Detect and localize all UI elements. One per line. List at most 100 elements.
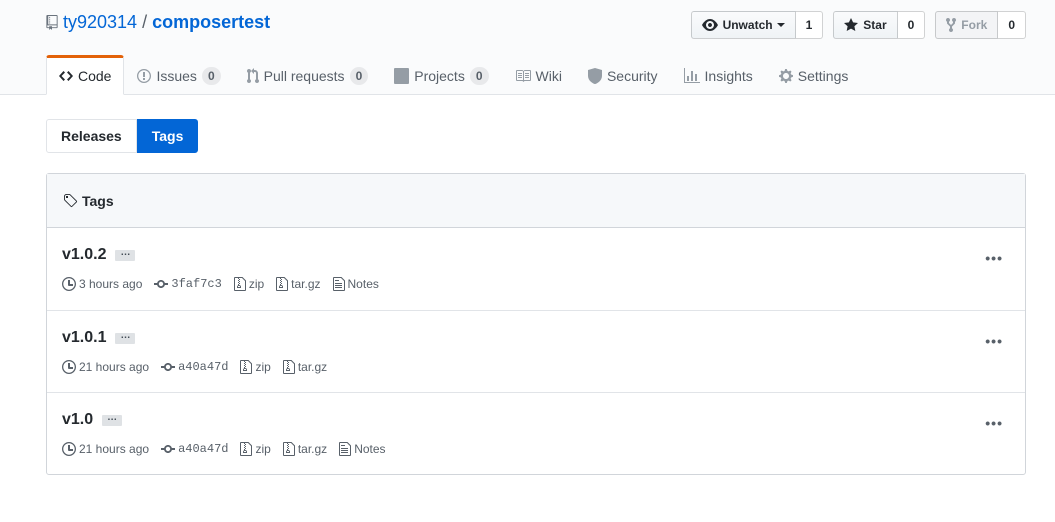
commit-sha[interactable]: 3faf7c3 <box>171 277 221 291</box>
forks-count[interactable]: 0 <box>998 11 1026 39</box>
watchers-count[interactable]: 1 <box>795 11 824 39</box>
more-options-icon[interactable]: ••• <box>985 333 1003 349</box>
commit-sha[interactable]: a40a47d <box>178 360 228 374</box>
releases-tab[interactable]: Releases <box>46 119 137 153</box>
tab-label: Wiki <box>535 68 562 84</box>
tag-time: 21 hours ago <box>62 441 149 457</box>
tar-download[interactable]: tar.gz <box>282 441 327 457</box>
tab-issues[interactable]: Issues 0 <box>124 55 233 95</box>
file-zip-icon <box>282 360 295 374</box>
tag-meta: 21 hours ago a40a47d zip tar.gz <box>62 359 339 375</box>
file-zip-icon <box>240 442 253 456</box>
star-group: Star 0 <box>833 11 926 39</box>
tag-time-text: 3 hours ago <box>79 277 143 291</box>
tag-name-link[interactable]: v1.0.1 <box>62 329 106 347</box>
repo-name-link[interactable]: composertest <box>152 12 270 33</box>
repo-tabs: Code Issues 0 Pull requests 0 Projects 0… <box>46 55 861 95</box>
tag-commit[interactable]: a40a47d <box>161 359 228 375</box>
book-icon <box>515 70 531 82</box>
tag-icon <box>64 193 78 207</box>
tag-name-link[interactable]: v1.0 <box>62 411 93 429</box>
project-icon <box>394 68 410 84</box>
tag-time-text: 21 hours ago <box>79 360 150 374</box>
zip-download[interactable]: zip <box>240 441 271 457</box>
file-icon <box>332 277 345 291</box>
tab-projects[interactable]: Projects 0 <box>381 55 501 95</box>
tag-meta: 21 hours ago a40a47d zip tar.gz Notes <box>62 441 398 457</box>
expand-toggle[interactable]: … <box>115 330 136 344</box>
notes-label[interactable]: Notes <box>348 277 379 291</box>
tar-download[interactable]: tar.gz <box>276 276 321 292</box>
tab-wiki[interactable]: Wiki <box>502 55 575 95</box>
tags-box-header: Tags <box>47 174 1025 228</box>
commit-icon <box>161 445 176 453</box>
tab-insights[interactable]: Insights <box>671 55 766 95</box>
more-options-icon[interactable]: ••• <box>985 250 1003 266</box>
file-zip-icon <box>233 277 246 291</box>
tag-row: v1.0 … 21 hours ago a40a47d zip tar.gz N… <box>47 392 1025 474</box>
tab-label: Projects <box>414 68 465 84</box>
more-options-icon[interactable]: ••• <box>985 415 1003 431</box>
clock-icon <box>62 277 76 291</box>
file-zip-icon <box>282 442 295 456</box>
tab-label: Insights <box>704 68 753 84</box>
stars-count[interactable]: 0 <box>897 11 926 39</box>
releases-tags-subnav: Releases Tags <box>46 119 199 153</box>
tab-pull-requests[interactable]: Pull requests 0 <box>234 55 382 95</box>
tag-time: 3 hours ago <box>62 276 142 292</box>
notes-label[interactable]: Notes <box>354 442 385 456</box>
star-label: Star <box>863 18 887 32</box>
tab-security[interactable]: Security <box>575 55 671 95</box>
pull-requests-counter: 0 <box>349 67 369 85</box>
watch-group: Unwatch 1 <box>690 11 824 39</box>
expand-toggle[interactable]: … <box>102 412 123 426</box>
tag-row: v1.0.2 … 3 hours ago 3faf7c3 zip tar.gz <box>47 228 1025 310</box>
release-notes[interactable]: Notes <box>339 441 386 457</box>
tag-time: 21 hours ago <box>62 359 149 375</box>
tar-label[interactable]: tar.gz <box>298 442 327 456</box>
release-notes[interactable]: Notes <box>332 276 379 292</box>
tab-code[interactable]: Code <box>46 55 125 95</box>
tab-label: Settings <box>797 68 849 84</box>
tar-label[interactable]: tar.gz <box>298 360 327 374</box>
clock-icon <box>62 360 76 374</box>
issues-counter: 0 <box>201 67 221 85</box>
projects-counter: 0 <box>469 67 489 85</box>
graph-icon <box>683 68 700 83</box>
eye-icon <box>701 19 718 31</box>
star-icon <box>844 18 859 31</box>
file-zip-icon <box>276 277 289 291</box>
code-icon <box>59 71 73 81</box>
repo-owner-link[interactable]: ty920314 <box>63 12 137 33</box>
tags-box: Tags v1.0.2 … 3 hours ago 3faf7c3 zip ta… <box>46 173 1026 475</box>
zip-label[interactable]: zip <box>255 442 270 456</box>
zip-download[interactable]: zip <box>240 359 271 375</box>
zip-label[interactable]: zip <box>255 360 270 374</box>
repo-actions: Unwatch 1 Star 0 Fork 0 <box>690 11 1026 39</box>
tag-commit[interactable]: 3faf7c3 <box>154 276 222 292</box>
tags-tab[interactable]: Tags <box>136 119 199 153</box>
tag-commit[interactable]: a40a47d <box>161 441 228 457</box>
file-zip-icon <box>240 360 253 374</box>
zip-download[interactable]: zip <box>233 276 264 292</box>
commit-sha[interactable]: a40a47d <box>178 442 228 456</box>
tar-download[interactable]: tar.gz <box>282 359 327 375</box>
unwatch-button[interactable]: Unwatch <box>690 11 796 39</box>
tag-time-text: 21 hours ago <box>79 442 150 456</box>
tab-label: Issues <box>156 68 197 84</box>
zip-label[interactable]: zip <box>249 277 264 291</box>
fork-label: Fork <box>961 18 988 32</box>
tag-name-link[interactable]: v1.0.2 <box>62 246 106 264</box>
fork-button[interactable]: Fork <box>935 11 999 39</box>
star-button[interactable]: Star <box>833 11 898 39</box>
expand-toggle[interactable]: … <box>115 247 136 261</box>
tab-settings[interactable]: Settings <box>766 55 862 95</box>
fork-icon <box>946 17 957 33</box>
issue-icon <box>137 69 152 83</box>
clock-icon <box>62 442 76 456</box>
tar-label[interactable]: tar.gz <box>291 277 320 291</box>
shield-icon <box>587 68 602 84</box>
unwatch-label: Unwatch <box>722 18 773 32</box>
commit-icon <box>161 363 176 371</box>
tag-name-wrap: v1.0.1 … <box>62 329 136 347</box>
